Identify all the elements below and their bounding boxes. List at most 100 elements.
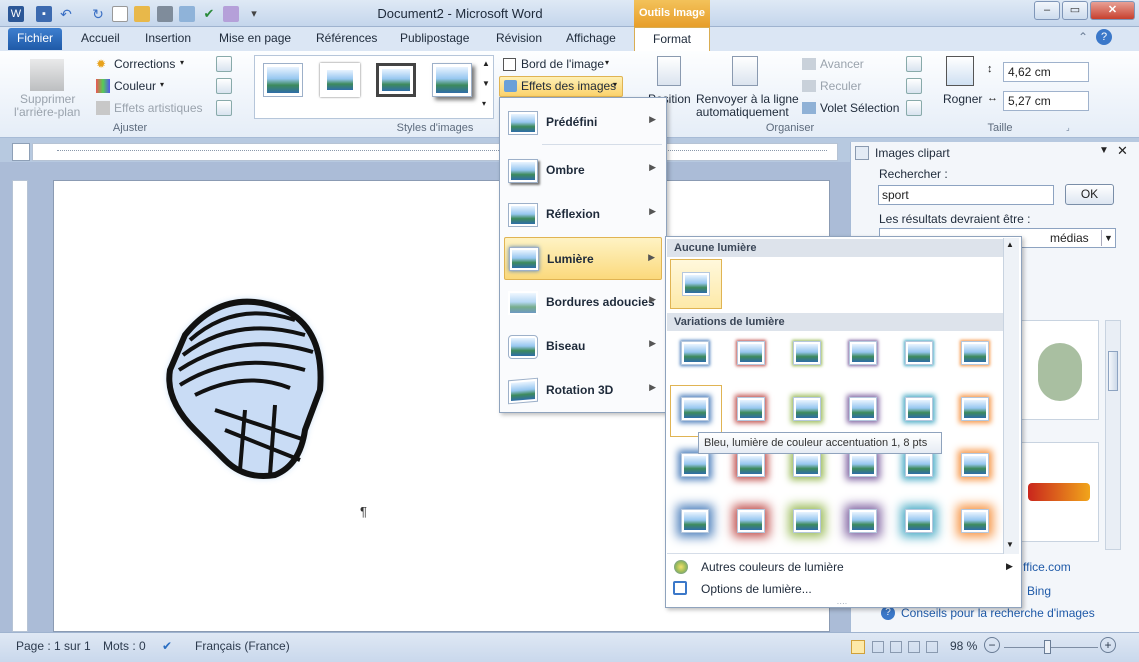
crop-button[interactable]: Rogner	[943, 92, 982, 106]
size-dialog-launcher-icon[interactable]: ⌟	[1066, 123, 1070, 132]
glow-options-item[interactable]: Options de lumière...	[701, 582, 812, 596]
open-folder-icon[interactable]	[134, 6, 150, 22]
help-icon[interactable]: ?	[1096, 29, 1112, 45]
menu-item-bordures-adoucies[interactable]: Bordures adoucies ▶	[504, 282, 662, 322]
redo-icon[interactable]: ↻	[90, 6, 106, 22]
picture-border-button[interactable]: Bord de l'image	[521, 57, 604, 71]
rotate-icon[interactable]	[906, 100, 922, 116]
vertical-ruler[interactable]	[12, 180, 28, 632]
search-tips-link[interactable]: Conseils pour la recherche d'images	[901, 606, 1095, 620]
outline-view-icon[interactable]	[908, 641, 920, 653]
draw-table-icon[interactable]	[223, 6, 239, 22]
save-icon[interactable]: ▪	[36, 6, 52, 22]
glow-variation-option[interactable]	[905, 341, 933, 365]
artistic-effects-button[interactable]: Effets artistiques	[114, 101, 203, 115]
word-count[interactable]: Mots : 0	[103, 639, 146, 653]
glow-variation-option[interactable]	[849, 397, 877, 421]
officecom-link[interactable]: ffice.com	[1023, 560, 1071, 574]
glow-variation-option[interactable]	[793, 341, 821, 365]
glow-variation-option[interactable]	[737, 509, 765, 533]
bring-forward-button[interactable]: Avancer	[820, 57, 864, 71]
tab-fichier[interactable]: Fichier	[8, 28, 62, 50]
page-count[interactable]: Page : 1 sur 1	[16, 639, 91, 653]
minimize-ribbon-icon[interactable]: ⌃	[1078, 30, 1088, 44]
results-dropdown-icon[interactable]: ▼	[1101, 230, 1115, 246]
tab-references[interactable]: Références	[316, 31, 377, 45]
language-indicator[interactable]: Français (France)	[195, 639, 290, 653]
glow-variation-option[interactable]	[905, 397, 933, 421]
width-input[interactable]: 5,27 cm	[1003, 91, 1089, 111]
glow-variation-option[interactable]	[681, 341, 709, 365]
close-window-button[interactable]: ✕	[1090, 1, 1135, 20]
glow-variation-option[interactable]	[961, 397, 989, 421]
resize-grip-icon[interactable]: ····	[832, 599, 852, 608]
send-backward-button[interactable]: Reculer	[820, 79, 861, 93]
tab-insertion[interactable]: Insertion	[145, 31, 191, 45]
proofing-icon[interactable]: ✔	[162, 639, 172, 653]
align-icon[interactable]	[906, 56, 922, 72]
clipart-search-input[interactable]: sport	[878, 185, 1054, 205]
glow-variation-option[interactable]	[849, 509, 877, 533]
menu-item-ombre[interactable]: Ombre ▶	[504, 150, 662, 190]
change-picture-icon[interactable]	[216, 78, 232, 94]
glow-variation-option[interactable]	[793, 397, 821, 421]
color-button[interactable]: Couleur	[114, 79, 156, 93]
glow-variation-option[interactable]	[905, 453, 933, 477]
remove-background-label-2[interactable]: l'arrière-plan	[14, 105, 80, 119]
print-icon[interactable]	[157, 6, 173, 22]
customize-qat-icon[interactable]: ▾	[246, 6, 262, 22]
menu-item-biseau[interactable]: Biseau ▶	[504, 326, 662, 366]
more-glow-colors-item[interactable]: Autres couleurs de lumière	[701, 560, 844, 574]
spelling-icon[interactable]: ✔	[201, 6, 217, 22]
glow-variation-option[interactable]	[961, 453, 989, 477]
tab-accueil[interactable]: Accueil	[81, 31, 120, 45]
wrap-text-label-2[interactable]: automatiquement	[696, 105, 789, 119]
menu-item-rotation-3d[interactable]: Rotation 3D ▶	[504, 370, 662, 410]
undo-icon[interactable]: ↶	[58, 6, 74, 22]
style-thumbnail[interactable]	[320, 63, 360, 97]
tab-selector-icon[interactable]	[12, 143, 30, 161]
clipart-result-baseball[interactable]	[1019, 320, 1099, 420]
glow-variation-option[interactable]	[737, 341, 765, 365]
results-scrollbar[interactable]	[1105, 320, 1121, 550]
remove-background-label-1[interactable]: Supprimer	[20, 92, 75, 106]
results-scroll-thumb[interactable]	[1108, 351, 1118, 391]
menu-item-predefini[interactable]: Prédéfini ▶	[504, 102, 662, 142]
corrections-dropdown-icon[interactable]: ▾	[180, 58, 184, 67]
word-app-icon[interactable]: W	[8, 6, 24, 22]
scroll-up-icon[interactable]: ▲	[1006, 240, 1014, 249]
glow-variation-option[interactable]	[849, 341, 877, 365]
wrap-text-label-1[interactable]: Renvoyer à la ligne	[696, 92, 799, 106]
gallery-scroll-down-icon[interactable]: ▼	[482, 79, 490, 88]
glow-variation-option[interactable]	[681, 397, 709, 421]
glow-variation-option[interactable]	[849, 453, 877, 477]
glow-variation-option[interactable]	[737, 397, 765, 421]
tab-revision[interactable]: Révision	[496, 31, 542, 45]
glow-variation-option[interactable]	[681, 453, 709, 477]
zoom-slider[interactable]	[1004, 647, 1098, 648]
close-pane-icon[interactable]: ✕	[1117, 143, 1128, 159]
corrections-button[interactable]: Corrections	[114, 57, 175, 71]
football-helmet-clipart[interactable]	[155, 290, 330, 485]
glow-variation-option[interactable]	[961, 509, 989, 533]
style-thumbnail[interactable]	[432, 63, 472, 97]
compress-pictures-icon[interactable]	[216, 56, 232, 72]
picture-border-dropdown-icon[interactable]: ▾	[605, 58, 609, 67]
tab-affichage[interactable]: Affichage	[566, 31, 616, 45]
print-preview-icon[interactable]	[179, 6, 195, 22]
maximize-button[interactable]: ▭	[1062, 1, 1088, 20]
pane-options-icon[interactable]: ▼	[1099, 145, 1109, 156]
reset-picture-icon[interactable]	[216, 100, 232, 116]
tab-publipostage[interactable]: Publipostage	[400, 31, 469, 45]
style-thumbnail[interactable]	[376, 63, 416, 97]
gallery-scroll-up-icon[interactable]: ▲	[482, 59, 490, 68]
selection-pane-button[interactable]: Volet Sélection	[820, 101, 899, 115]
full-screen-view-icon[interactable]	[872, 641, 884, 653]
glow-variation-option[interactable]	[905, 509, 933, 533]
bing-link[interactable]: Bing	[1027, 584, 1051, 598]
web-layout-view-icon[interactable]	[890, 641, 902, 653]
no-glow-option[interactable]	[670, 259, 722, 309]
menu-item-reflexion[interactable]: Réflexion ▶	[504, 194, 662, 234]
minimize-button[interactable]: –	[1034, 1, 1060, 20]
glow-variation-option[interactable]	[737, 453, 765, 477]
